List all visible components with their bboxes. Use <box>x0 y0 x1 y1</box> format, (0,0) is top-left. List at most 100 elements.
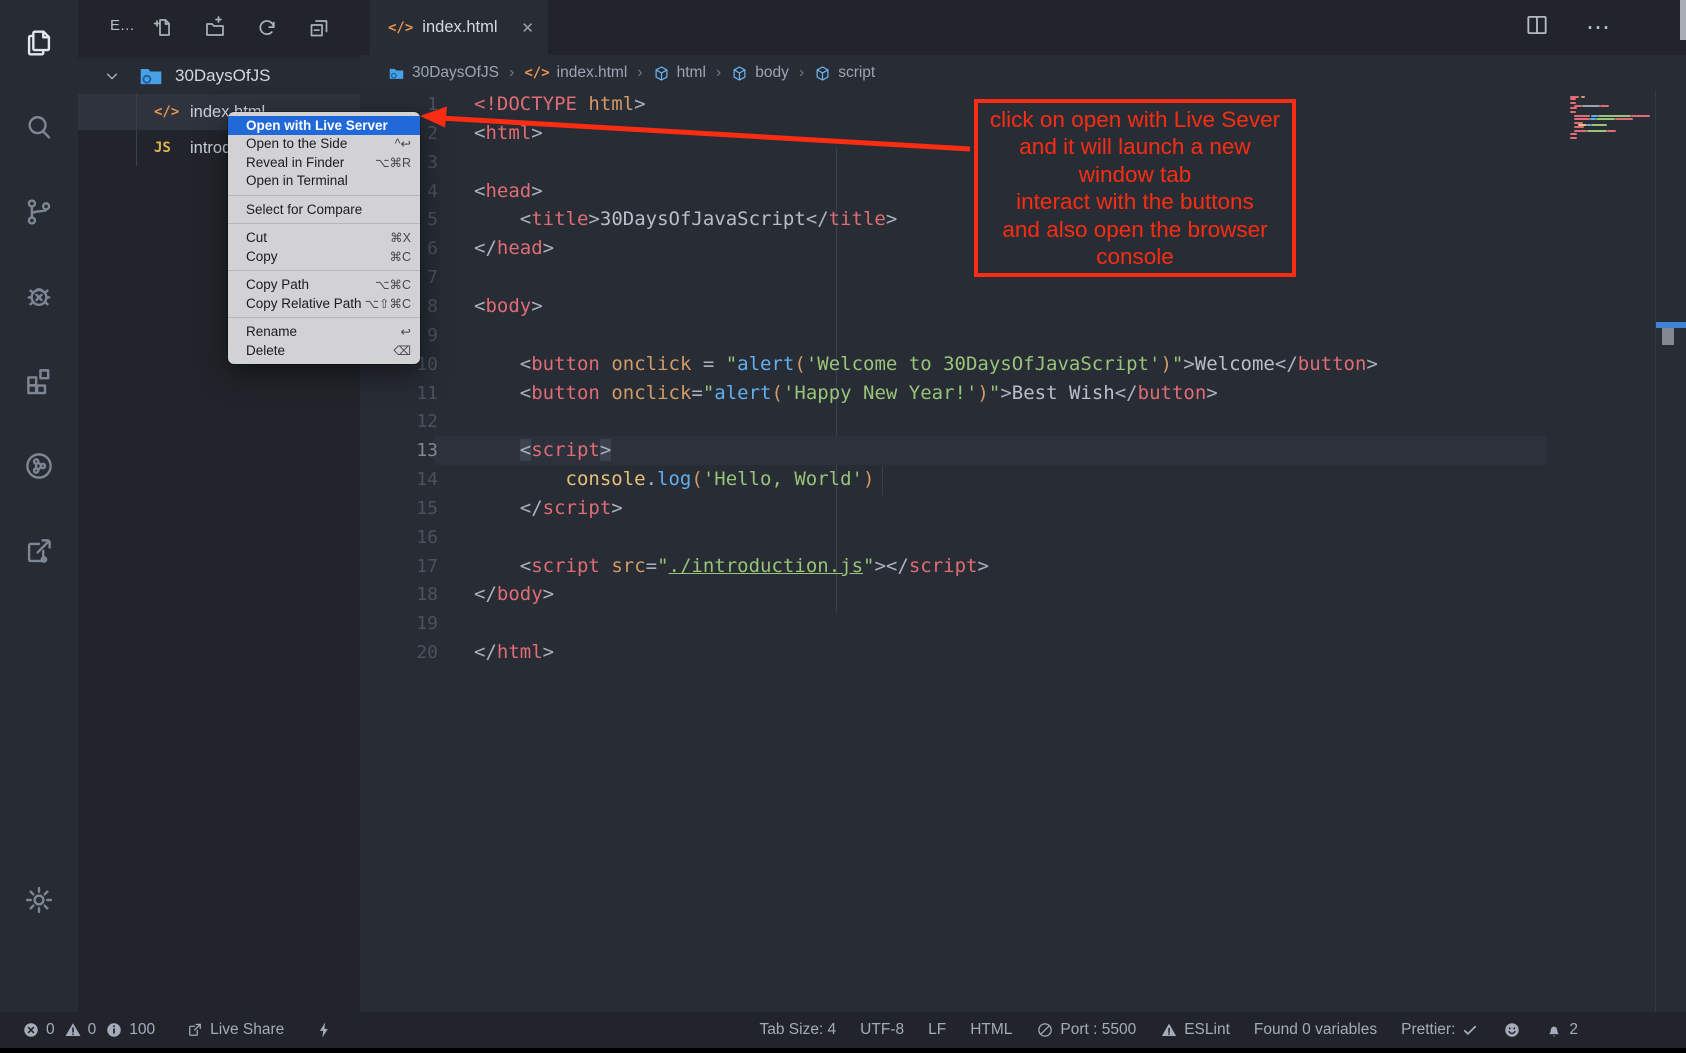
annotation-text: and it will launch a new <box>978 133 1292 161</box>
menu-separator <box>228 195 420 196</box>
tree-item-label: 30DaysOfJS <box>175 66 270 86</box>
source-control-icon[interactable] <box>19 192 59 232</box>
vscode-window: E... 30DaysOfJS</>index.htmlJSintroducti… <box>0 0 1686 1053</box>
code-line-16[interactable]: 16 <box>360 523 1686 552</box>
menu-item-copy-relative-path[interactable]: Copy Relative Path⌥⇧⌘C <box>228 294 420 313</box>
menu-shortcut: ⌘X <box>390 230 411 245</box>
code-line-19[interactable]: 19 <box>360 609 1686 638</box>
breadcrumb-separator: › <box>798 64 805 82</box>
code-text: console.log('Hello, World') <box>474 465 874 494</box>
settings-gear-icon[interactable] <box>19 880 59 920</box>
minimap-line <box>1591 124 1607 126</box>
collapse-all-icon[interactable] <box>307 16 331 40</box>
tab-index-html[interactable]: </> index.html ✕ <box>370 0 548 55</box>
status-item-tab-size-4[interactable]: Tab Size: 4 <box>759 1021 836 1039</box>
breadcrumb-item-script[interactable]: script <box>814 64 875 82</box>
breadcrumb-item-html[interactable]: html <box>653 64 706 82</box>
code-line-15[interactable]: 15 </script> <box>360 494 1686 523</box>
extensions-icon[interactable] <box>19 361 59 401</box>
explorer-actions <box>151 16 331 40</box>
breadcrumb-separator: › <box>508 64 515 82</box>
menu-item-open-with-live-server[interactable]: Open with Live Server <box>228 116 420 135</box>
menu-shortcut: ↩ <box>401 324 411 339</box>
menu-item-open-in-terminal[interactable]: Open in Terminal <box>228 172 420 191</box>
status-item-lightning-icon[interactable] <box>315 1021 333 1039</box>
minimap-line <box>1570 111 1576 113</box>
breadcrumb-item-30DaysOfJS[interactable]: 30DaysOfJS <box>388 64 499 82</box>
status-item-found-0-variables[interactable]: Found 0 variables <box>1254 1021 1377 1039</box>
line-number: 18 <box>360 580 438 609</box>
breadcrumb-item-body[interactable]: body <box>731 64 789 82</box>
refresh-icon[interactable] <box>255 16 279 40</box>
status-item-port-5500[interactable]: Port : 5500 <box>1036 1021 1136 1039</box>
code-line-13[interactable]: 13 <script> <box>360 436 1686 465</box>
code-text: <script src="./introduction.js"></script… <box>474 552 989 581</box>
status-item-smiley-icon[interactable] <box>1503 1021 1521 1039</box>
menu-item-select-for-compare[interactable]: Select for Compare <box>228 200 420 219</box>
live-share-circle-icon[interactable] <box>19 446 59 486</box>
editor-actions: ⋯ <box>1524 12 1610 43</box>
html-icon: </> <box>524 65 549 81</box>
menu-item-reveal-in-finder[interactable]: Reveal in Finder⌥⌘R <box>228 153 420 172</box>
annotation-text: window tab <box>978 161 1292 189</box>
breadcrumb-item-index.html[interactable]: </>index.html <box>524 64 627 82</box>
code-line-12[interactable]: 12 <box>360 407 1686 436</box>
annotation-text: interact with the buttons <box>978 188 1292 216</box>
live-share-icon <box>186 1021 204 1039</box>
line-number: 14 <box>360 465 438 494</box>
status-item-live-share[interactable]: Live Share <box>186 1021 284 1039</box>
minimap-line <box>1574 126 1583 128</box>
code-line-20[interactable]: 20</html> <box>360 638 1686 667</box>
status-item-prettier-[interactable]: Prettier: <box>1401 1021 1479 1039</box>
menu-item-cut[interactable]: Cut⌘X <box>228 229 420 248</box>
new-folder-icon[interactable] <box>203 16 227 40</box>
status-item-utf-8[interactable]: UTF-8 <box>860 1021 904 1039</box>
code-text: </head> <box>474 234 554 263</box>
status-item-html[interactable]: HTML <box>970 1021 1012 1039</box>
menu-item-open-to-the-side[interactable]: Open to the Side^↩ <box>228 135 420 154</box>
symbol-cube-icon <box>731 65 748 82</box>
status-item-0[interactable]: 0 <box>22 1021 55 1039</box>
search-icon[interactable] <box>19 108 59 148</box>
tree-item-30DaysOfJS[interactable]: 30DaysOfJS <box>78 58 360 94</box>
menu-item-delete[interactable]: Delete⌫ <box>228 341 420 360</box>
menu-item-rename[interactable]: Rename↩ <box>228 323 420 342</box>
files-icon[interactable] <box>19 23 59 63</box>
new-file-icon[interactable] <box>151 16 175 40</box>
code-text: <!DOCTYPE html> <box>474 90 646 119</box>
more-actions-icon[interactable]: ⋯ <box>1586 18 1610 38</box>
scrollbar-thumb[interactable] <box>1662 328 1674 345</box>
code-line-8[interactable]: 8<body> <box>360 292 1686 321</box>
status-item-eslint[interactable]: ESLint <box>1160 1021 1230 1039</box>
share-icon[interactable] <box>19 531 59 571</box>
menu-shortcut: ⌥⇧⌘C <box>365 296 411 311</box>
code-line-10[interactable]: 10 <button onclick = "alert('Welcome to … <box>360 350 1686 379</box>
code-line-18[interactable]: 18</body> <box>360 580 1686 609</box>
code-text: <body> <box>474 292 543 321</box>
close-tab-icon[interactable]: ✕ <box>521 19 534 37</box>
minimap-line <box>1615 118 1633 120</box>
minimap-line <box>1570 137 1577 139</box>
status-item-2[interactable]: 2 <box>1545 1021 1578 1039</box>
code-text: </html> <box>474 638 554 667</box>
code-line-9[interactable]: 9 <box>360 321 1686 350</box>
code-line-17[interactable]: 17 <script src="./introduction.js"></scr… <box>360 552 1686 581</box>
html-icon: </> <box>154 101 182 123</box>
symbol-cube-icon <box>814 65 831 82</box>
minimap-line <box>1600 105 1608 107</box>
status-item-lf[interactable]: LF <box>928 1021 946 1039</box>
minimap[interactable] <box>1570 96 1654 140</box>
split-editor-icon[interactable] <box>1524 12 1550 43</box>
code-line-11[interactable]: 11 <button onclick="alert('Happy New Yea… <box>360 379 1686 408</box>
minimap-line <box>1570 107 1577 109</box>
status-item-100[interactable]: 100 <box>105 1021 155 1039</box>
chevron-down-icon <box>103 67 121 85</box>
status-item-0[interactable]: 0 <box>64 1021 97 1039</box>
debug-icon[interactable] <box>19 276 59 316</box>
symbol-cube-icon <box>653 65 670 82</box>
code-line-14[interactable]: 14 console.log('Hello, World') <box>360 465 1686 494</box>
menu-item-copy[interactable]: Copy⌘C <box>228 247 420 266</box>
minimap-line <box>1570 133 1577 135</box>
menu-item-copy-path[interactable]: Copy Path⌥⌘C <box>228 276 420 295</box>
lightning-icon <box>315 1021 333 1039</box>
